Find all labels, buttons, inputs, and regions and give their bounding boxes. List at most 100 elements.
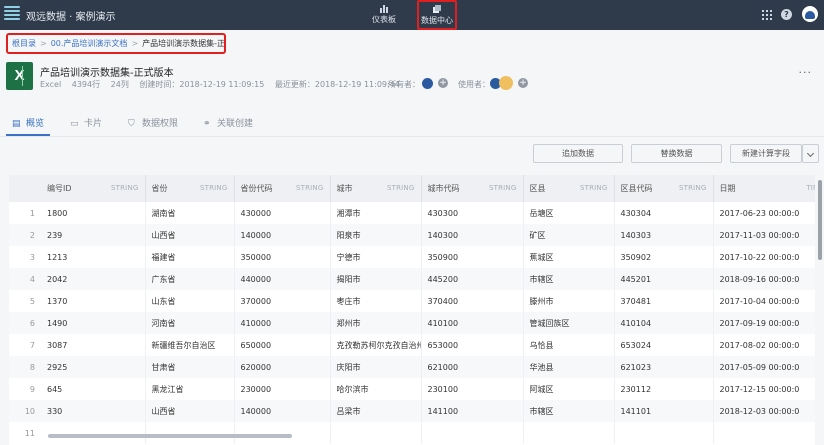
table-cell[interactable]: 410100: [421, 312, 524, 334]
table-cell[interactable]: 370481: [614, 290, 714, 312]
column-header[interactable]: 区县 STRING: [523, 175, 615, 202]
table-cell[interactable]: 蕉城区: [523, 246, 615, 268]
table-cell[interactable]: 230112: [614, 378, 714, 400]
table-cell[interactable]: 山东省: [145, 290, 235, 312]
table-cell[interactable]: 哈尔滨市: [330, 378, 422, 400]
table-cell[interactable]: 1490: [41, 312, 146, 334]
horizontal-scrollbar[interactable]: [48, 434, 292, 438]
add-user-button[interactable]: +: [518, 78, 528, 88]
table-cell[interactable]: [41, 422, 146, 444]
table-cell[interactable]: 滕州市: [523, 290, 615, 312]
table-cell[interactable]: 140303: [614, 224, 714, 246]
table-cell[interactable]: 2017-10-04 00:00:0: [713, 290, 815, 312]
user-avatar[interactable]: [802, 6, 818, 22]
breadcrumb-folder[interactable]: 00.产品培训演示文档: [51, 39, 128, 48]
table-cell[interactable]: [614, 422, 714, 444]
table-cell[interactable]: 甘肃省: [145, 356, 235, 378]
table-cell[interactable]: 华池县: [523, 356, 615, 378]
table-cell[interactable]: 621023: [614, 356, 714, 378]
table-cell[interactable]: 140000: [234, 400, 331, 422]
table-cell[interactable]: 650000: [234, 334, 331, 356]
column-header[interactable]: 省份 STRING: [145, 175, 235, 202]
table-cell[interactable]: 岳塘区: [523, 202, 615, 224]
table-cell[interactable]: [330, 422, 422, 444]
table-cell[interactable]: 3087: [41, 334, 146, 356]
table-cell[interactable]: 乌恰县: [523, 334, 615, 356]
table-cell[interactable]: 2017-06-23 00:00:0: [713, 202, 815, 224]
table-cell[interactable]: 2017-05-09 00:00:0: [713, 356, 815, 378]
chevron-down-icon[interactable]: [802, 144, 819, 163]
table-cell[interactable]: 370000: [234, 290, 331, 312]
table-cell[interactable]: 广东省: [145, 268, 235, 290]
nav-dashboard[interactable]: 仪表板: [364, 1, 404, 29]
tab-linked-create[interactable]: ⚭ 关联创建: [203, 116, 253, 129]
column-header[interactable]: 城市 STRING: [330, 175, 422, 202]
table-cell[interactable]: 2042: [41, 268, 146, 290]
column-header[interactable]: 城市代码 STRING: [421, 175, 524, 202]
table-cell[interactable]: 653024: [614, 334, 714, 356]
table-cell[interactable]: 440000: [234, 268, 331, 290]
table-cell[interactable]: 621000: [421, 356, 524, 378]
column-header[interactable]: 省份代码 STRING: [234, 175, 331, 202]
table-cell[interactable]: 市辖区: [523, 268, 615, 290]
table-cell[interactable]: 阿城区: [523, 378, 615, 400]
table-cell[interactable]: 445201: [614, 268, 714, 290]
table-cell[interactable]: [421, 422, 524, 444]
table-cell[interactable]: 庆阳市: [330, 356, 422, 378]
table-cell[interactable]: 市辖区: [523, 400, 615, 422]
table-cell[interactable]: 1370: [41, 290, 146, 312]
table-cell[interactable]: 620000: [234, 356, 331, 378]
table-cell[interactable]: 430300: [421, 202, 524, 224]
table-cell[interactable]: [523, 422, 615, 444]
table-cell[interactable]: 湖南省: [145, 202, 235, 224]
table-cell[interactable]: 新疆维吾尔自治区: [145, 334, 235, 356]
table-cell[interactable]: [145, 422, 235, 444]
replace-data-button[interactable]: 替换数据: [631, 144, 722, 163]
table-cell[interactable]: 645: [41, 378, 146, 400]
table-cell[interactable]: 2017-10-22 00:00:0: [713, 246, 815, 268]
table-cell[interactable]: 山西省: [145, 224, 235, 246]
more-options-icon[interactable]: ···: [799, 66, 813, 79]
owner-avatar[interactable]: [422, 78, 433, 89]
table-cell[interactable]: 410000: [234, 312, 331, 334]
table-cell[interactable]: 吕梁市: [330, 400, 422, 422]
new-calc-field-button[interactable]: 新建计算字段: [730, 144, 802, 163]
table-cell[interactable]: 2018-12-03 00:00:0: [713, 400, 815, 422]
table-cell[interactable]: 653000: [421, 334, 524, 356]
column-header[interactable]: 编号ID STRING: [41, 175, 146, 202]
user-avatar-2[interactable]: [499, 76, 513, 90]
table-cell[interactable]: 枣庄市: [330, 290, 422, 312]
tab-overview[interactable]: ▤ 概览: [12, 116, 44, 129]
table-cell[interactable]: 141100: [421, 400, 524, 422]
table-cell[interactable]: 330: [41, 400, 146, 422]
table-cell[interactable]: 140000: [234, 224, 331, 246]
table-cell[interactable]: 350902: [614, 246, 714, 268]
breadcrumb-root[interactable]: 根目录: [12, 39, 36, 48]
table-cell[interactable]: 矿区: [523, 224, 615, 246]
table-cell[interactable]: [234, 422, 331, 444]
table-cell[interactable]: 410104: [614, 312, 714, 334]
table-cell[interactable]: 河南省: [145, 312, 235, 334]
table-cell[interactable]: 445200: [421, 268, 524, 290]
table-cell[interactable]: 1213: [41, 246, 146, 268]
table-cell[interactable]: 阳泉市: [330, 224, 422, 246]
table-cell[interactable]: 福建省: [145, 246, 235, 268]
tab-data-permission[interactable]: ⛉ 数据权限: [128, 116, 178, 129]
table-cell[interactable]: 230100: [421, 378, 524, 400]
table-cell[interactable]: 山西省: [145, 400, 235, 422]
table-cell[interactable]: 239: [41, 224, 146, 246]
nav-data-center[interactable]: 数据中心: [417, 0, 457, 30]
table-cell[interactable]: 430000: [234, 202, 331, 224]
table-cell[interactable]: 管城回族区: [523, 312, 615, 334]
table-cell[interactable]: 350900: [421, 246, 524, 268]
table-cell[interactable]: 2017-11-03 00:00:0: [713, 224, 815, 246]
table-cell[interactable]: 2925: [41, 356, 146, 378]
table-cell[interactable]: 370400: [421, 290, 524, 312]
table-cell[interactable]: 湘潭市: [330, 202, 422, 224]
table-cell[interactable]: 克孜勒苏柯尔克孜自治州: [330, 334, 422, 356]
help-icon[interactable]: ?: [781, 9, 792, 20]
column-header[interactable]: 区县代码 STRING: [614, 175, 714, 202]
table-cell[interactable]: 2017-08-02 00:00:0: [713, 334, 815, 356]
table-cell[interactable]: 2018-09-16 00:00:0: [713, 268, 815, 290]
table-cell[interactable]: 揭阳市: [330, 268, 422, 290]
